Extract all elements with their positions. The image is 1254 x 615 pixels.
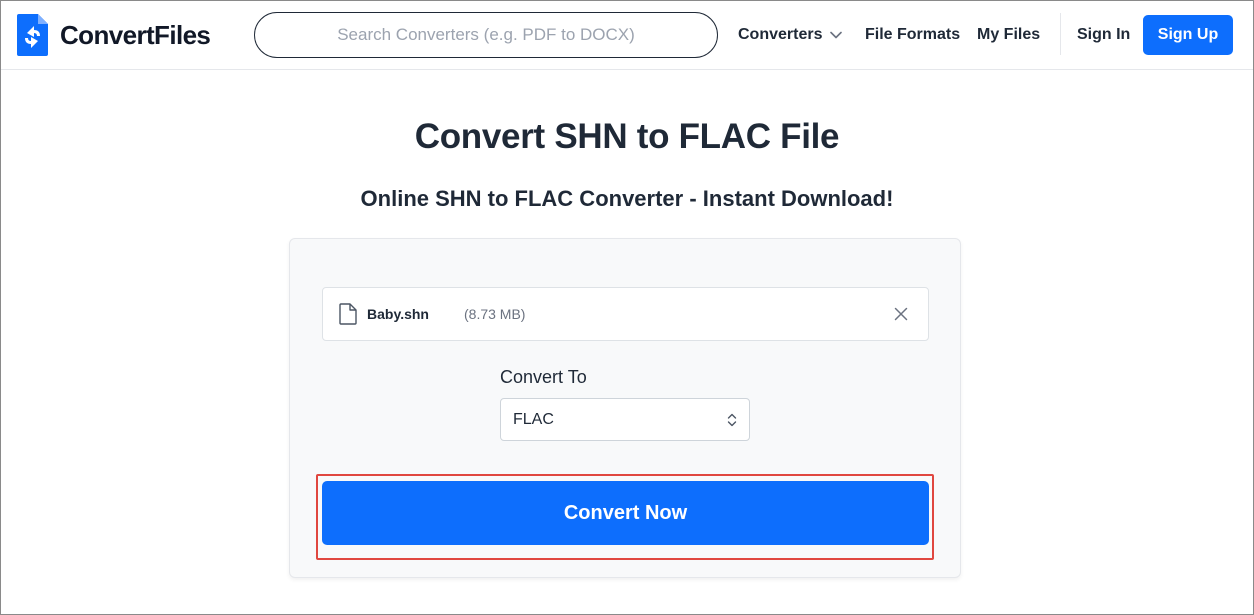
- search-input[interactable]: [255, 13, 717, 57]
- converter-card: Baby.shn (8.73 MB) Convert To FLAC Conve…: [289, 238, 961, 578]
- file-size: (8.73 MB): [464, 306, 526, 322]
- file-icon: [339, 303, 357, 325]
- nav-converters-label: Converters: [738, 26, 823, 43]
- page: ConvertFiles Converters File Formats My …: [0, 0, 1254, 615]
- format-select-value: FLAC: [513, 411, 554, 428]
- convert-to-label: Convert To: [500, 367, 587, 387]
- chevron-down-icon: [830, 31, 843, 39]
- brand-logo[interactable]: ConvertFiles: [17, 14, 211, 56]
- nav-file-formats[interactable]: File Formats: [865, 23, 960, 47]
- sign-up-button[interactable]: Sign Up: [1143, 15, 1233, 55]
- convert-now-button[interactable]: Convert Now: [322, 481, 929, 545]
- uploaded-file-row: Baby.shn (8.73 MB): [322, 287, 929, 341]
- sign-in-link[interactable]: Sign In: [1077, 23, 1130, 47]
- site-header: ConvertFiles Converters File Formats My …: [1, 1, 1253, 70]
- page-title: Convert SHN to FLAC File: [414, 117, 840, 156]
- file-name: Baby.shn: [367, 306, 429, 322]
- close-icon[interactable]: [891, 304, 911, 324]
- nav-divider: [1060, 13, 1061, 55]
- page-subtitle: Online SHN to FLAC Converter - Instant D…: [360, 186, 894, 211]
- nav-my-files[interactable]: My Files: [977, 23, 1040, 47]
- brand-name: ConvertFiles: [60, 19, 211, 50]
- nav-converters[interactable]: Converters: [738, 23, 843, 47]
- format-select[interactable]: FLAC: [500, 398, 750, 441]
- select-arrows-icon: [727, 413, 737, 427]
- logo-icon: [17, 14, 48, 56]
- search-bar: [254, 12, 718, 58]
